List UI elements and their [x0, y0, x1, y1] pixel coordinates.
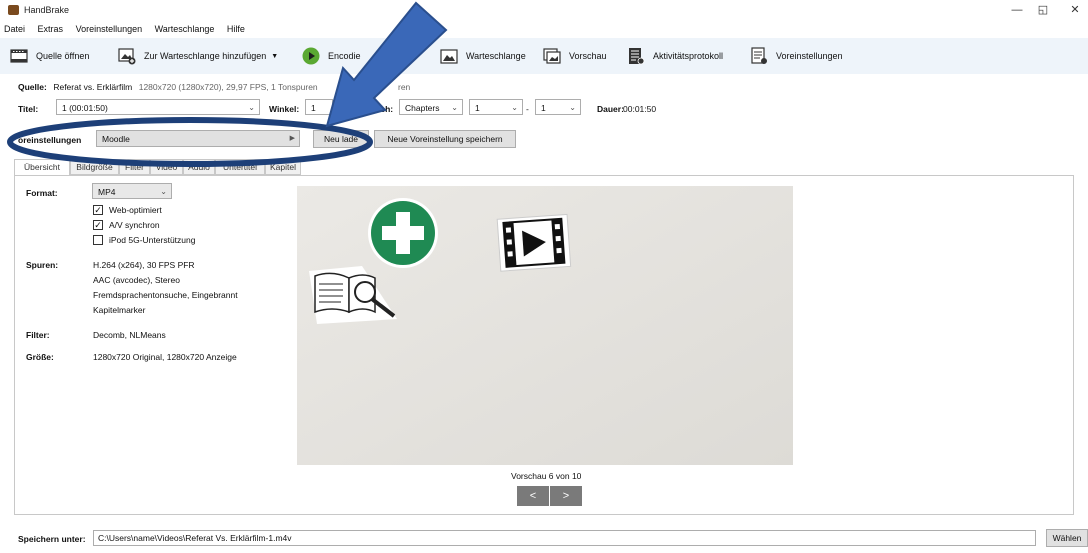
annotation-overlay	[7, 1, 448, 167]
annotation-arrow	[325, 1, 448, 128]
highlight-ellipse	[7, 117, 373, 167]
